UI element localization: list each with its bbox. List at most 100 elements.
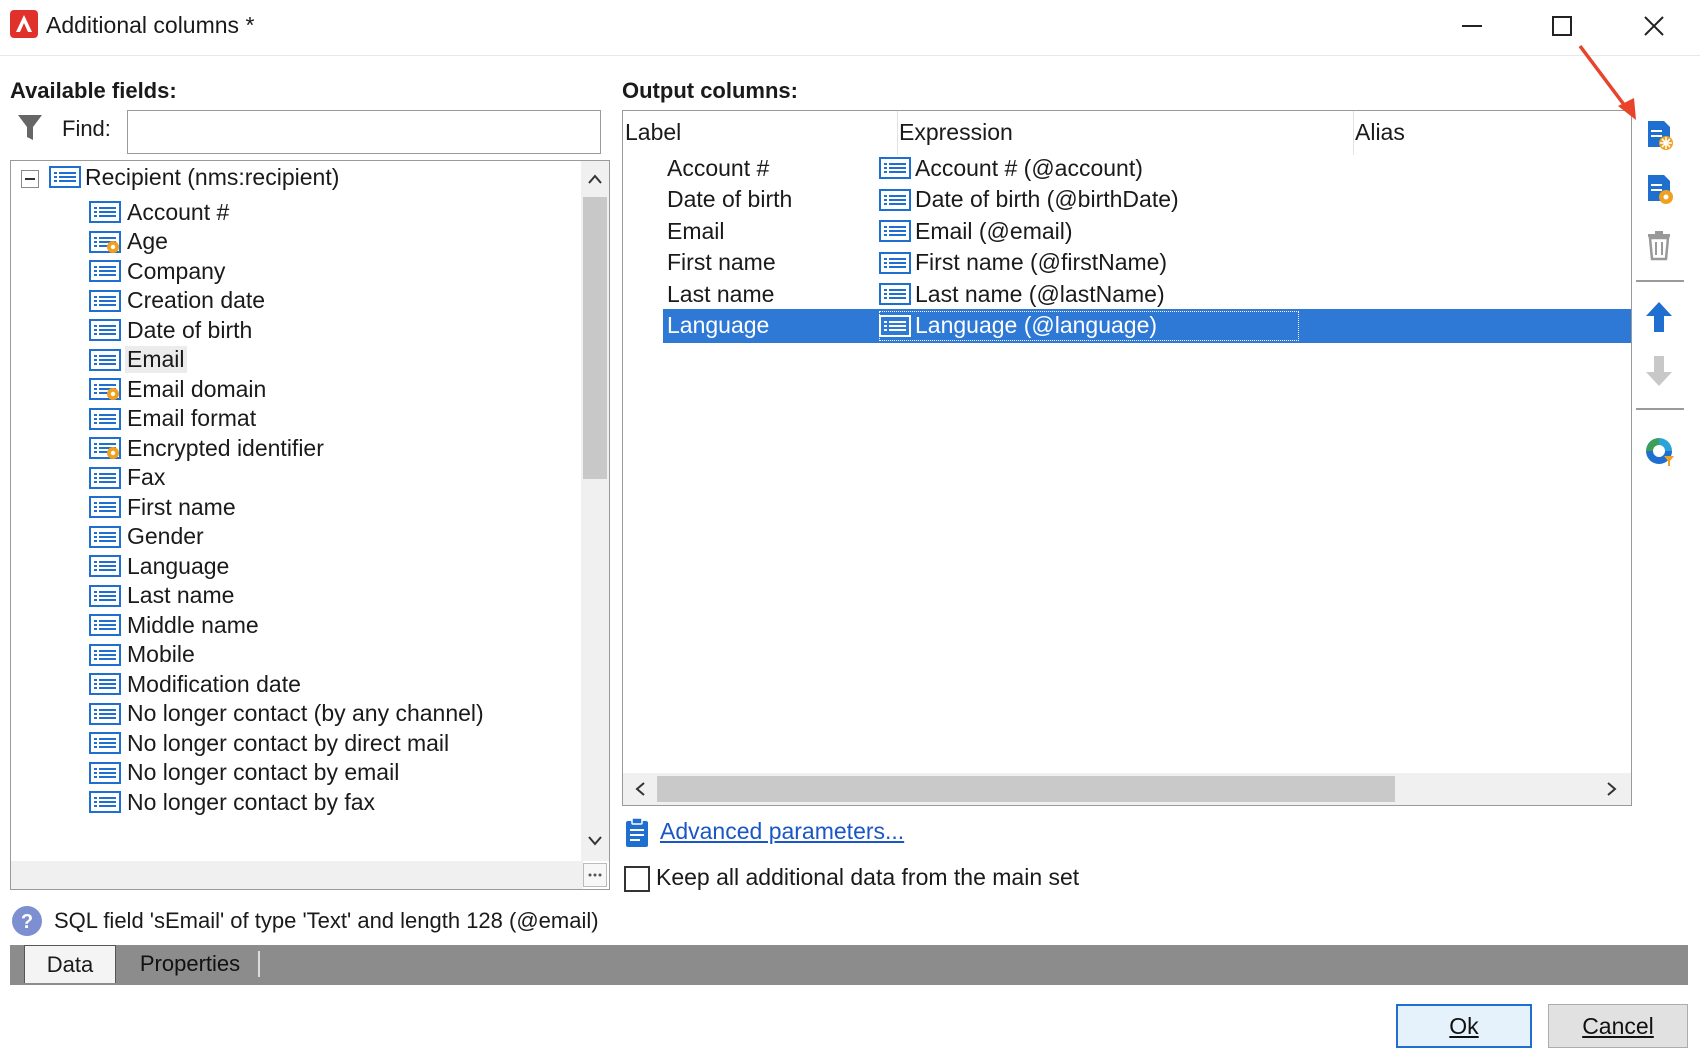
keep-data-label: Keep all additional data from the main s…	[656, 864, 1080, 890]
tree-item[interactable]: Creation date	[89, 285, 267, 317]
field-icon	[879, 188, 911, 211]
move-up-icon[interactable]	[1636, 294, 1682, 340]
tree-item[interactable]: Account #	[89, 196, 231, 228]
row-expression-text: Email (@email)	[915, 217, 1073, 244]
tree-item-label: Creation date	[127, 287, 266, 313]
tree-item[interactable]: Fax	[89, 462, 167, 494]
tree-item[interactable]: Last name	[89, 580, 236, 612]
field-icon	[879, 283, 911, 305]
tree-item-label: Email domain	[127, 375, 267, 402]
find-input[interactable]	[127, 110, 601, 154]
tree-item-label: Date of birth	[127, 316, 253, 343]
output-column-row[interactable]: First name First name (@firstName)	[663, 246, 1631, 280]
available-fields-heading: Available fields:	[10, 78, 177, 103]
svg-text:?: ?	[21, 911, 33, 933]
tree-vertical-scrollbar[interactable]	[581, 161, 609, 861]
output-column-row[interactable]: Email Email (@email)	[663, 214, 1631, 248]
minimize-icon[interactable]	[1444, 6, 1500, 46]
tree-item[interactable]: Date of birth	[89, 314, 254, 346]
field-icon	[89, 614, 121, 636]
grid-horizontal-scrollbar[interactable]	[623, 773, 1631, 805]
tree-horizontal-scrollbar[interactable]	[11, 861, 583, 889]
row-expression-text: Last name (@lastName)	[915, 280, 1165, 307]
tree-item-label: Email format	[127, 405, 257, 431]
tree-item-label: Gender	[127, 523, 204, 549]
tree-item[interactable]: Language	[89, 550, 231, 582]
tree-item[interactable]: Encrypted identifier	[89, 432, 326, 464]
distribution-of-values-icon[interactable]	[1636, 428, 1682, 474]
tree-item[interactable]: Mobile	[89, 639, 197, 671]
row-label: Language	[667, 312, 770, 338]
tree-item-label: Fax	[127, 464, 166, 490]
tree-item[interactable]: Email format	[89, 403, 258, 435]
tree-item[interactable]: No longer contact by email	[89, 757, 401, 789]
clipboard-icon	[624, 816, 650, 853]
cancel-button[interactable]: Cancel	[1548, 1004, 1688, 1048]
move-down-icon[interactable]	[1636, 348, 1682, 394]
tab-data[interactable]: Data	[24, 945, 116, 983]
row-expression-text: Account # (@account)	[915, 154, 1143, 181]
filter-icon[interactable]	[16, 112, 44, 149]
tree-item-label: No longer contact by fax	[127, 788, 376, 815]
tree-item-label: Language	[127, 552, 230, 579]
tree-item-label: No longer contact by email	[127, 759, 400, 785]
row-expression: Date of birth (@birthDate)	[879, 185, 1299, 215]
column-header-alias[interactable]: Alias	[1355, 119, 1405, 151]
ok-button[interactable]: Ok	[1396, 1004, 1532, 1048]
output-columns-grid[interactable]: Label Expression Alias Account # Account …	[622, 110, 1632, 806]
tree-item[interactable]: Email domain	[89, 373, 268, 405]
tree-item-label: Email	[125, 346, 187, 373]
grid-scroll-thumb[interactable]	[657, 776, 1395, 802]
tree-item[interactable]: No longer contact by fax	[89, 786, 377, 818]
tree-scroll-thumb[interactable]	[583, 197, 607, 479]
output-column-row[interactable]: Last name Last name (@lastName)	[663, 277, 1631, 311]
tree-item[interactable]: Gender	[89, 521, 206, 553]
row-label: Date of birth	[667, 186, 793, 212]
tab-properties[interactable]: Properties	[122, 945, 258, 983]
ok-button-label: Ok	[1449, 1012, 1479, 1039]
row-expression: First name (@firstName)	[879, 248, 1299, 278]
output-column-row[interactable]: Date of birth Date of birth (@birthDate)	[663, 183, 1631, 217]
collapse-icon[interactable]	[21, 170, 39, 188]
scroll-right-icon[interactable]	[1597, 773, 1627, 805]
field-icon	[89, 584, 121, 607]
scroll-left-icon[interactable]	[625, 773, 655, 805]
tree-item[interactable]: Age	[89, 226, 170, 258]
output-column-row[interactable]: Language Language (@language)	[663, 308, 1631, 343]
field-icon	[89, 319, 121, 341]
row-label: Last name	[667, 280, 775, 307]
computed-field-icon	[89, 437, 121, 459]
advanced-parameters-link[interactable]: Advanced parameters...	[660, 818, 904, 845]
tree-item-label: Mobile	[127, 641, 195, 667]
scroll-down-icon[interactable]	[581, 825, 609, 857]
tree-item[interactable]: First name	[89, 491, 238, 523]
column-header-expression[interactable]: Expression	[899, 119, 1013, 151]
tree-item[interactable]: Company	[89, 255, 227, 287]
tree-item[interactable]: No longer contact (by any channel)	[89, 698, 486, 730]
field-icon	[89, 289, 121, 312]
find-label: Find:	[62, 116, 111, 141]
computed-field-icon	[89, 378, 121, 400]
available-fields-tree[interactable]: Recipient (nms:recipient) Account # Age Co…	[10, 160, 610, 890]
keep-data-checkbox[interactable]	[624, 866, 650, 892]
scroll-up-icon[interactable]	[581, 163, 609, 195]
row-label: Account #	[667, 154, 770, 181]
tree-item[interactable]: Email	[89, 344, 187, 376]
tree-root-recipient[interactable]: Recipient (nms:recipient)	[49, 161, 339, 193]
delete-icon[interactable]	[1636, 222, 1682, 268]
tree-item-label: Account #	[127, 198, 230, 225]
tree-item-label: Age	[127, 228, 168, 254]
title-bar: Additional columns *	[0, 0, 1700, 56]
tree-item[interactable]: Middle name	[89, 609, 261, 641]
edit-column-icon[interactable]	[1636, 166, 1682, 212]
row-expression: Language (@language)	[879, 310, 1299, 341]
field-icon	[89, 466, 121, 489]
cancel-button-label: Cancel	[1582, 1012, 1654, 1039]
tree-item[interactable]: No longer contact by direct mail	[89, 727, 451, 759]
column-header-label[interactable]: Label	[625, 119, 681, 151]
field-icon	[89, 525, 121, 548]
tree-item[interactable]: Modification date	[89, 668, 303, 700]
more-options-icon[interactable]	[583, 863, 607, 887]
computed-field-icon	[89, 230, 121, 253]
output-column-row[interactable]: Account # Account # (@account)	[663, 151, 1631, 185]
